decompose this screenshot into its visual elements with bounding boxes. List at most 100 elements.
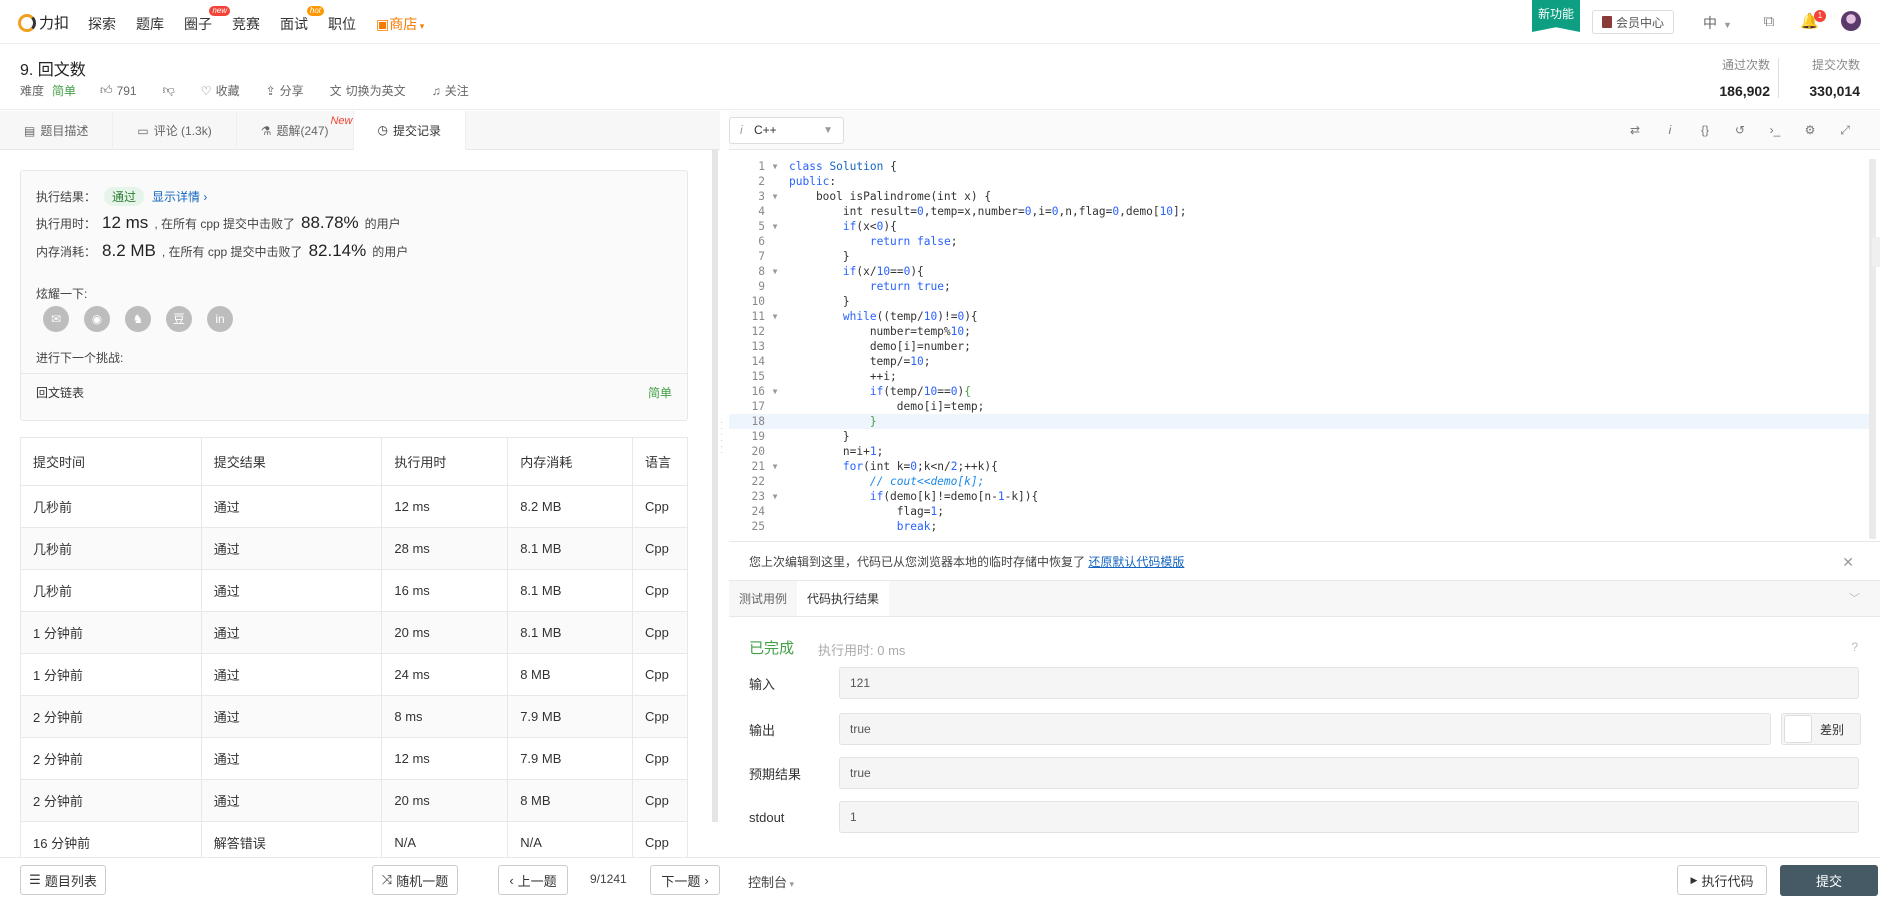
code-line[interactable]: 23 ▼ if(demo[k]!=demo[n-1-k]){ [729, 489, 1871, 504]
code-line[interactable]: 25 break; [729, 519, 1871, 534]
reset-icon[interactable]: ↺ [1733, 122, 1747, 138]
code-editor[interactable]: 1 ▼ class Solution {2 public: 3 ▼ bool isPali… [729, 159, 1871, 539]
table-row[interactable]: 几秒前 通过 12 ms 8.2 MB Cpp [20, 485, 688, 528]
table-row[interactable]: 1 分钟前 通过 20 ms 8.1 MB Cpp [20, 611, 688, 654]
close-icon[interactable]: ✕ [1842, 542, 1854, 582]
show-details-link[interactable]: 显示详情 › [152, 188, 207, 205]
tab-solutions[interactable]: ⚗ 题解(247) New [237, 111, 354, 150]
code-line[interactable]: 22 // cout<<demo[k]; [729, 474, 1871, 489]
nav-jobs[interactable]: 职位 [328, 14, 356, 34]
side-toggle[interactable] [1872, 237, 1880, 267]
nav-shop[interactable]: ▣商店 ▾ [376, 14, 424, 34]
code-line[interactable]: 24 flag=1; [729, 504, 1871, 519]
code-line[interactable]: 19 } [729, 429, 1871, 444]
panel-resize-handle[interactable]: · · · · · · [720, 418, 726, 470]
dislike-button[interactable]: 👎︎ [163, 83, 175, 98]
terminal-icon[interactable]: ›_ [1768, 122, 1782, 138]
share-button[interactable]: ⇪ 分享 [266, 82, 304, 99]
weibo-icon[interactable]: ◉ [84, 306, 110, 332]
nav-explore[interactable]: 探索 [88, 14, 116, 34]
fold-arrow-icon[interactable]: ▼ [769, 384, 781, 399]
help-icon[interactable]: ? [1851, 640, 1858, 654]
wechat-icon[interactable]: ✉ [43, 306, 69, 332]
language-select[interactable]: i C++ ▼ [729, 117, 844, 144]
cell-result[interactable]: 通过 [200, 527, 383, 570]
info-icon[interactable]: i [1663, 122, 1677, 138]
prev-problem-button[interactable]: ‹ 上一题 [498, 865, 568, 895]
table-row[interactable]: 2 分钟前 通过 12 ms 7.9 MB Cpp [20, 737, 688, 780]
logo[interactable]: 力扣 [18, 12, 69, 33]
nav-contest[interactable]: 竞赛 [232, 14, 260, 34]
code-line[interactable]: 15 ++i; [729, 369, 1871, 384]
fold-arrow-icon[interactable]: ▼ [769, 459, 781, 474]
tab-description[interactable]: ▤ 题目描述 [0, 111, 114, 150]
sort-icon[interactable]: ⇄ [1628, 122, 1642, 138]
code-line[interactable]: 17 demo[i]=temp; [729, 399, 1871, 414]
table-row[interactable]: 1 分钟前 通过 24 ms 8 MB Cpp [20, 653, 688, 696]
fold-arrow-icon[interactable]: ▼ [769, 159, 781, 174]
qq-icon[interactable]: ♞ [125, 306, 151, 332]
code-line[interactable]: 16 ▼ if(temp/10==0){ [729, 384, 1871, 399]
code-line[interactable]: 13 demo[i]=number; [729, 339, 1871, 354]
run-code-button[interactable]: ▶ 执行代码 [1677, 865, 1767, 895]
fold-arrow-icon[interactable]: ▼ [769, 189, 781, 204]
language-switch[interactable]: 中 ▼ [1703, 13, 1732, 33]
code-line[interactable]: 12 number=temp%10; [729, 324, 1871, 339]
code-line[interactable]: 10 } [729, 294, 1871, 309]
problem-list-button[interactable]: ☰ 题目列表 [20, 865, 106, 895]
code-line[interactable]: 20 n=i+1; [729, 444, 1871, 459]
code-line[interactable]: 3 ▼ bool isPalindrome(int x) { [729, 189, 1871, 204]
code-line[interactable]: 2 public: [729, 174, 1871, 189]
random-problem-button[interactable]: ⤨ 随机一题 [372, 865, 458, 895]
console-toggle[interactable]: 控制台 ▾ [748, 872, 794, 891]
douban-icon[interactable]: 豆 [166, 306, 192, 332]
code-line[interactable]: 6 return false; [729, 234, 1871, 249]
playground-icon[interactable]: ⧉ [1760, 13, 1778, 31]
avatar[interactable] [1841, 11, 1861, 31]
tab-comments[interactable]: ▭ 评论 (1.3k) [113, 111, 237, 150]
table-row[interactable]: 2 分钟前 通过 20 ms 8 MB Cpp [20, 779, 688, 822]
table-row[interactable]: 几秒前 通过 28 ms 8.1 MB Cpp [20, 527, 688, 570]
next-problem-link[interactable]: 回文链表 [36, 384, 84, 401]
editor-scrollbar[interactable] [1869, 159, 1876, 539]
like-button[interactable]: 👍︎ 791 [100, 83, 137, 98]
vip-center-button[interactable]: 会员中心 [1592, 10, 1674, 34]
code-line[interactable]: 4 int result=0,temp=x,number=0,i=0,n,fla… [729, 204, 1871, 219]
fold-arrow-icon[interactable]: ▼ [769, 309, 781, 324]
nav-interview[interactable]: 面试 hot [280, 6, 324, 34]
code-line[interactable]: 8 ▼ if(x/10==0){ [729, 264, 1871, 279]
code-line[interactable]: 21 ▼ for(int k=0;k<n/2;++k){ [729, 459, 1871, 474]
code-line[interactable]: 14 temp/=10; [729, 354, 1871, 369]
code-line[interactable]: 1 ▼ class Solution { [729, 159, 1871, 174]
code-line[interactable]: 18 } [729, 414, 1871, 429]
fold-arrow-icon[interactable]: ▼ [769, 489, 781, 504]
linkedin-icon[interactable]: in [207, 306, 233, 332]
table-row[interactable]: 几秒前 通过 16 ms 8.1 MB Cpp [20, 569, 688, 612]
nav-problemset[interactable]: 题库 [136, 14, 164, 34]
left-scrollbar[interactable] [712, 150, 718, 822]
braces-icon[interactable]: {} [1698, 122, 1712, 138]
follow-button[interactable]: ♫ 关注 [432, 82, 469, 99]
table-row[interactable]: 2 分钟前 通过 8 ms 7.9 MB Cpp [20, 695, 688, 738]
submit-button[interactable]: 提交 [1780, 865, 1878, 896]
cell-result[interactable]: 通过 [200, 695, 383, 738]
cell-result[interactable]: 通过 [200, 779, 383, 822]
collect-button[interactable]: ♡ 收藏 [201, 82, 240, 99]
switch-english-button[interactable]: 文切换为英文 [330, 82, 406, 99]
cell-result[interactable]: 通过 [200, 611, 383, 654]
fold-arrow-icon[interactable]: ▼ [769, 264, 781, 279]
tab-submissions[interactable]: ◷ 提交记录 [353, 111, 466, 150]
code-line[interactable]: 9 return true; [729, 279, 1871, 294]
cell-result[interactable]: 通过 [200, 569, 383, 612]
tab-run-result[interactable]: 代码执行结果 [797, 581, 890, 616]
new-feature-ribbon[interactable]: 新功能 [1532, 0, 1580, 32]
fold-arrow-icon[interactable]: ▼ [769, 219, 781, 234]
nav-circle[interactable]: 圈子 new [184, 6, 230, 34]
diff-toggle[interactable]: 差别 [1781, 713, 1861, 745]
cell-result[interactable]: 通过 [200, 485, 383, 528]
restore-default-link[interactable]: 还原默认代码模版 [1088, 555, 1184, 569]
next-problem-button[interactable]: 下一题 › [650, 865, 720, 895]
code-line[interactable]: 7 } [729, 249, 1871, 264]
fullscreen-icon[interactable]: ⤢ [1838, 122, 1852, 138]
cell-result[interactable]: 通过 [200, 737, 383, 780]
